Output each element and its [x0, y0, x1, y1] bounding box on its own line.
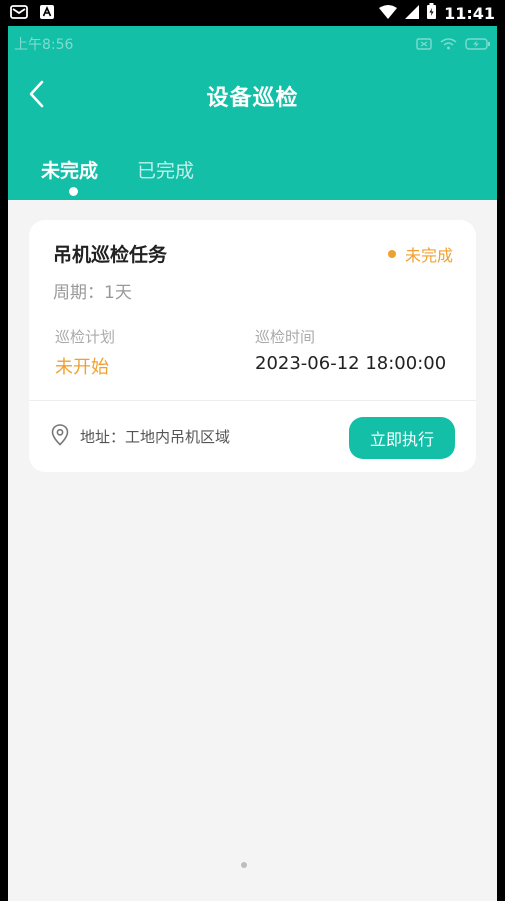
- inner-status-icons: [416, 38, 491, 50]
- tab-incomplete[interactable]: 未完成: [41, 156, 98, 183]
- inner-status-bar: 上午8:56: [14, 34, 491, 54]
- plan-value: 未开始: [55, 357, 109, 378]
- location-pin-icon: [51, 424, 69, 450]
- battery-icon: [427, 3, 437, 23]
- wifi-icon: [379, 4, 398, 23]
- inner-wifi-icon: [440, 38, 457, 50]
- task-address: 地址：工地内吊机区域: [80, 428, 231, 446]
- mail-icon: [10, 4, 28, 23]
- execute-now-button[interactable]: 立即执行: [349, 417, 455, 459]
- task-period: 周期：1天: [53, 283, 132, 303]
- task-title: 吊机巡检任务: [53, 244, 168, 266]
- inner-battery-icon: [465, 38, 490, 50]
- system-status-bar: 11:41: [0, 0, 505, 26]
- task-card[interactable]: 吊机巡检任务 未完成 周期：1天 巡检计划 巡检时间 未开始 2023-06-1…: [29, 220, 476, 472]
- card-divider: [29, 400, 476, 401]
- plan-label: 巡检计划: [55, 328, 116, 346]
- page-title: 设备巡检: [206, 86, 299, 111]
- status-dot: [387, 250, 396, 258]
- header: 上午8:56 设备巡检 未完成 已完成: [8, 26, 497, 200]
- app-frame: 上午8:56 设备巡检 未完成 已完成 吊机巡检任务 未完成 周期：1天 巡检计…: [8, 26, 497, 901]
- time-value: 2023-06-12 18:00:00: [255, 353, 447, 374]
- a-icon: [40, 4, 54, 23]
- signal-icon: [405, 4, 420, 23]
- active-tab-indicator: [69, 187, 78, 196]
- status-badge: 未完成: [387, 242, 453, 266]
- tab-completed[interactable]: 已完成: [137, 156, 194, 183]
- sim-icon: [416, 38, 432, 50]
- system-time: 11:41: [444, 3, 495, 23]
- status-text: 未完成: [404, 246, 453, 265]
- inner-status-time: 上午8:56: [14, 37, 74, 53]
- page-indicator-dot: [241, 862, 247, 868]
- time-label: 巡检时间: [255, 328, 316, 346]
